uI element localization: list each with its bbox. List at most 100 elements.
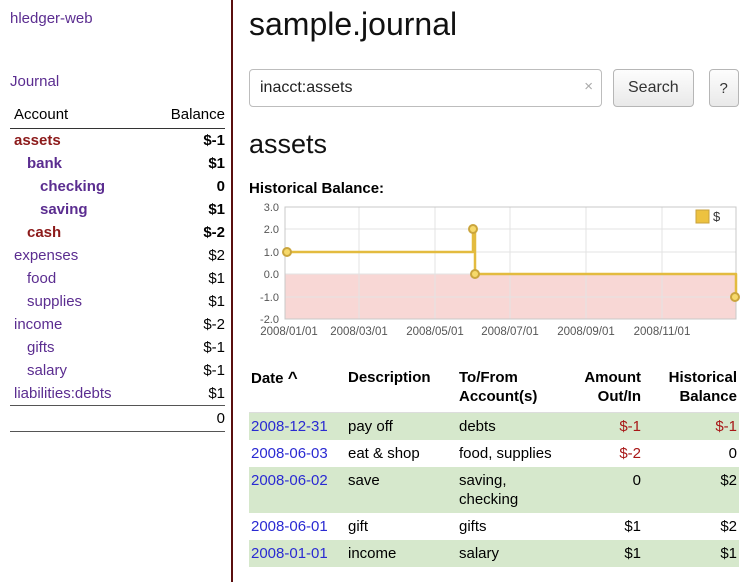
register-table: Date ^ Description To/From Account(s) Am…	[249, 366, 739, 567]
accounts-header-row: Account Balance	[10, 104, 225, 129]
account-link[interactable]: checking	[40, 178, 105, 195]
account-link[interactable]: supplies	[27, 293, 82, 310]
account-balance: $-2	[150, 313, 225, 336]
account-row: liabilities:debts $1	[10, 382, 225, 406]
register-date-link[interactable]: 2008-06-02	[251, 472, 328, 489]
register-amount: $1	[566, 540, 643, 567]
account-balance: 0	[150, 175, 225, 198]
register-header-description: Description	[346, 366, 457, 413]
register-header-accounts: To/From Account(s)	[457, 366, 566, 413]
journal-link[interactable]: Journal	[10, 73, 59, 90]
svg-text:-2.0: -2.0	[260, 314, 279, 326]
account-link[interactable]: salary	[27, 362, 67, 379]
register-row: 2008-12-31 pay off debts $-1 $-1	[249, 413, 739, 441]
brand-link[interactable]: hledger-web	[10, 10, 93, 27]
account-row: saving $1	[10, 198, 225, 221]
register-balance: 0	[643, 440, 739, 467]
register-balance: $2	[643, 513, 739, 540]
accounts-table: Account Balance assets $-1 bank $1 check…	[10, 104, 225, 432]
svg-text:2008/09/01: 2008/09/01	[557, 326, 615, 338]
app-brand: hledger-web	[10, 10, 225, 27]
account-heading: assets	[249, 129, 742, 160]
register-description: eat & shop	[346, 440, 457, 467]
accounts-total-row: 0	[10, 406, 225, 432]
svg-text:1.0: 1.0	[264, 247, 279, 259]
search-field-wrap: ×	[249, 69, 602, 107]
register-balance: $-1	[643, 413, 739, 441]
search-input[interactable]	[249, 69, 602, 107]
accounts-header-account: Account	[10, 104, 150, 129]
account-row: checking 0	[10, 175, 225, 198]
register-amount: 0	[566, 467, 643, 513]
account-balance: $1	[150, 267, 225, 290]
svg-text:3.0: 3.0	[264, 202, 279, 214]
register-accounts: gifts	[457, 513, 566, 540]
account-balance: $-2	[150, 221, 225, 244]
svg-text:0.0: 0.0	[264, 269, 279, 281]
page-title: sample.journal	[249, 6, 742, 43]
register-row: 2008-06-01 gift gifts $1 $2	[249, 513, 739, 540]
account-row: food $1	[10, 267, 225, 290]
account-balance: $2	[150, 244, 225, 267]
register-row: 2008-06-02 save saving, checking 0 $2	[249, 467, 739, 513]
account-link[interactable]: expenses	[14, 247, 78, 264]
register-accounts: food, supplies	[457, 440, 566, 467]
account-row: assets $-1	[10, 129, 225, 153]
help-button[interactable]: ?	[709, 69, 739, 107]
account-link[interactable]: assets	[14, 132, 61, 149]
register-balance: $1	[643, 540, 739, 567]
account-link[interactable]: bank	[27, 155, 62, 172]
account-row: expenses $2	[10, 244, 225, 267]
account-balance: $1	[150, 382, 225, 406]
account-link[interactable]: food	[27, 270, 56, 287]
account-row: gifts $-1	[10, 336, 225, 359]
main-content: sample.journal × Search ? assets Histori…	[249, 0, 742, 567]
register-date-link[interactable]: 2008-01-01	[251, 545, 328, 562]
account-row: bank $1	[10, 152, 225, 175]
register-date-link[interactable]: 2008-06-01	[251, 518, 328, 535]
account-link[interactable]: income	[14, 316, 62, 333]
chart-y-axis: 3.0 2.0 1.0 0.0 -1.0 -2.0	[260, 202, 279, 326]
search-button[interactable]: Search	[613, 69, 694, 107]
svg-text:2008/01/01: 2008/01/01	[260, 326, 318, 338]
accounts-total: 0	[150, 406, 225, 432]
svg-text:2008/11/01: 2008/11/01	[634, 326, 691, 338]
register-balance: $2	[643, 467, 739, 513]
account-balance: $1	[150, 152, 225, 175]
account-balance: $-1	[150, 336, 225, 359]
account-link[interactable]: cash	[27, 224, 61, 241]
register-header-balance: Historical Balance	[643, 366, 739, 413]
account-link[interactable]: saving	[40, 201, 88, 218]
register-accounts: saving, checking	[457, 467, 566, 513]
register-header-date[interactable]: Date ^	[249, 366, 346, 413]
account-row: supplies $1	[10, 290, 225, 313]
account-row: cash $-2	[10, 221, 225, 244]
account-balance: $1	[150, 290, 225, 313]
svg-text:2008/07/01: 2008/07/01	[481, 326, 539, 338]
svg-text:2008/05/01: 2008/05/01	[406, 326, 464, 338]
balance-chart-svg: $ 3.0 2.0 1.0 0.0 -1.0 -2.0 2008/01/01 2…	[249, 201, 741, 348]
register-accounts: debts	[457, 413, 566, 441]
account-link[interactable]: gifts	[27, 339, 55, 356]
legend-label: $	[713, 209, 721, 224]
svg-text:-1.0: -1.0	[260, 292, 279, 304]
account-row: income $-2	[10, 313, 225, 336]
clear-search-icon[interactable]: ×	[584, 78, 593, 95]
account-link[interactable]: liabilities:debts	[14, 385, 112, 402]
account-balance: $1	[150, 198, 225, 221]
register-amount: $-1	[566, 413, 643, 441]
register-accounts: salary	[457, 540, 566, 567]
legend-swatch	[696, 210, 709, 223]
svg-text:2008/03/01: 2008/03/01	[330, 326, 388, 338]
register-row: 2008-06-03 eat & shop food, supplies $-2…	[249, 440, 739, 467]
register-date-link[interactable]: 2008-12-31	[251, 418, 328, 435]
account-balance: $-1	[150, 129, 225, 153]
register-date-link[interactable]: 2008-06-03	[251, 445, 328, 462]
register-header-amount: Amount Out/In	[566, 366, 643, 413]
svg-text:2.0: 2.0	[264, 224, 279, 236]
accounts-header-balance: Balance	[150, 104, 225, 129]
register-description: income	[346, 540, 457, 567]
register-description: pay off	[346, 413, 457, 441]
balance-chart: $ 3.0 2.0 1.0 0.0 -1.0 -2.0 2008/01/01 2…	[249, 201, 742, 352]
nav-journal: Journal	[10, 73, 225, 90]
